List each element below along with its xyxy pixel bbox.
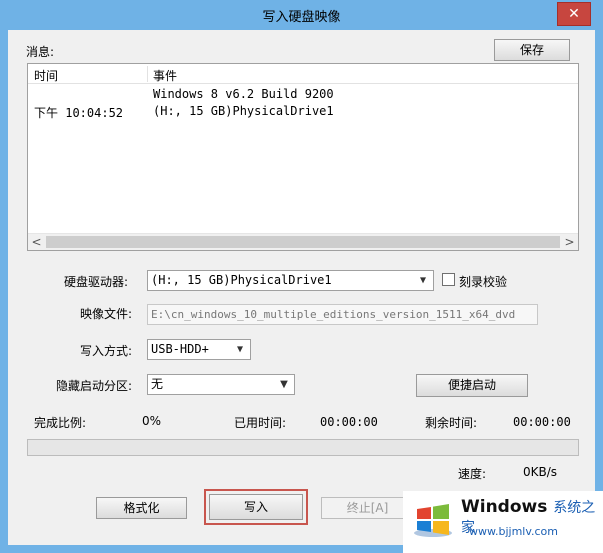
watermark-url: www.bjjmlv.com [469,525,558,538]
write-button[interactable]: 写入 [204,489,308,525]
ratio-label: 完成比例: [34,416,87,430]
hidden-partition-label: 隐藏启动分区: [56,379,133,393]
drive-label: 硬盘驱动器: [64,275,129,289]
image-file-field[interactable]: E:\cn_windows_10_multiple_editions_versi… [147,304,538,325]
elapsed-value: 00:00:00 [320,415,378,429]
verify-checkbox[interactable] [442,273,455,286]
ratio-value: 0% [142,414,162,428]
scroll-left-icon[interactable]: < [28,234,45,251]
messages-label: 消息: [26,45,55,59]
drive-value: (H:, 15 GB)PhysicalDrive1 [151,273,332,287]
save-button[interactable]: 保存 [494,39,570,61]
speed-value: 0KB/s [523,465,558,479]
scroll-right-icon[interactable]: > [561,234,578,251]
dialog-window: 写入硬盘映像 ✕ 消息: 保存 时间 事件 Windows 8 v6.2 Bui… [0,0,603,553]
progress-bar [27,439,579,456]
watermark: Windows 系统之家 www.bjjmlv.com [403,491,603,553]
log-time: 下午 10:04:52 [34,106,124,120]
write-mode-select[interactable]: USB-HDD+ ▼ [147,339,251,360]
speed-label: 速度: [458,467,487,481]
column-divider[interactable] [147,66,148,82]
format-button[interactable]: 格式化 [96,497,187,519]
elapsed-label: 已用时间: [234,416,287,430]
scrollbar-thumb[interactable] [46,236,560,248]
verify-label[interactable]: 刻录校验 [459,273,507,290]
column-header-time[interactable]: 时间 [34,67,58,84]
hidden-partition-select[interactable]: 无 ▼ [147,374,295,395]
window-title: 写入硬盘映像 [262,10,341,25]
remaining-label: 剩余时间: [425,416,478,430]
quick-boot-button[interactable]: 便捷启动 [416,374,528,397]
message-log[interactable]: 时间 事件 Windows 8 v6.2 Build 9200 下午 10:04… [27,63,579,251]
hidden-partition-value: 无 [151,377,164,391]
drive-select[interactable]: (H:, 15 GB)PhysicalDrive1 ▼ [147,270,434,291]
image-file-label: 映像文件: [80,307,133,321]
remaining-value: 00:00:00 [513,415,571,429]
write-mode-label: 写入方式: [80,344,133,358]
close-button[interactable]: ✕ [557,2,591,26]
chevron-down-icon: ▼ [236,344,244,355]
watermark-brand: Windows [461,497,548,517]
log-header: 时间 事件 [28,64,578,84]
title-bar[interactable]: 写入硬盘映像 ✕ [0,0,603,30]
log-event: Windows 8 v6.2 Build 9200 [153,87,334,101]
write-mode-value: USB-HDD+ [151,342,209,356]
chevron-down-icon: ▼ [280,379,288,390]
abort-button[interactable]: 终止[A] [321,497,414,519]
dialog-body: 消息: 保存 时间 事件 Windows 8 v6.2 Build 9200 下… [8,30,595,545]
close-icon: ✕ [568,6,580,22]
chevron-down-icon: ▼ [419,275,427,286]
horizontal-scrollbar[interactable]: < > [28,233,578,250]
column-header-event[interactable]: 事件 [153,67,177,84]
windows-logo-icon [414,504,452,537]
log-event: (H:, 15 GB)PhysicalDrive1 [153,104,334,118]
